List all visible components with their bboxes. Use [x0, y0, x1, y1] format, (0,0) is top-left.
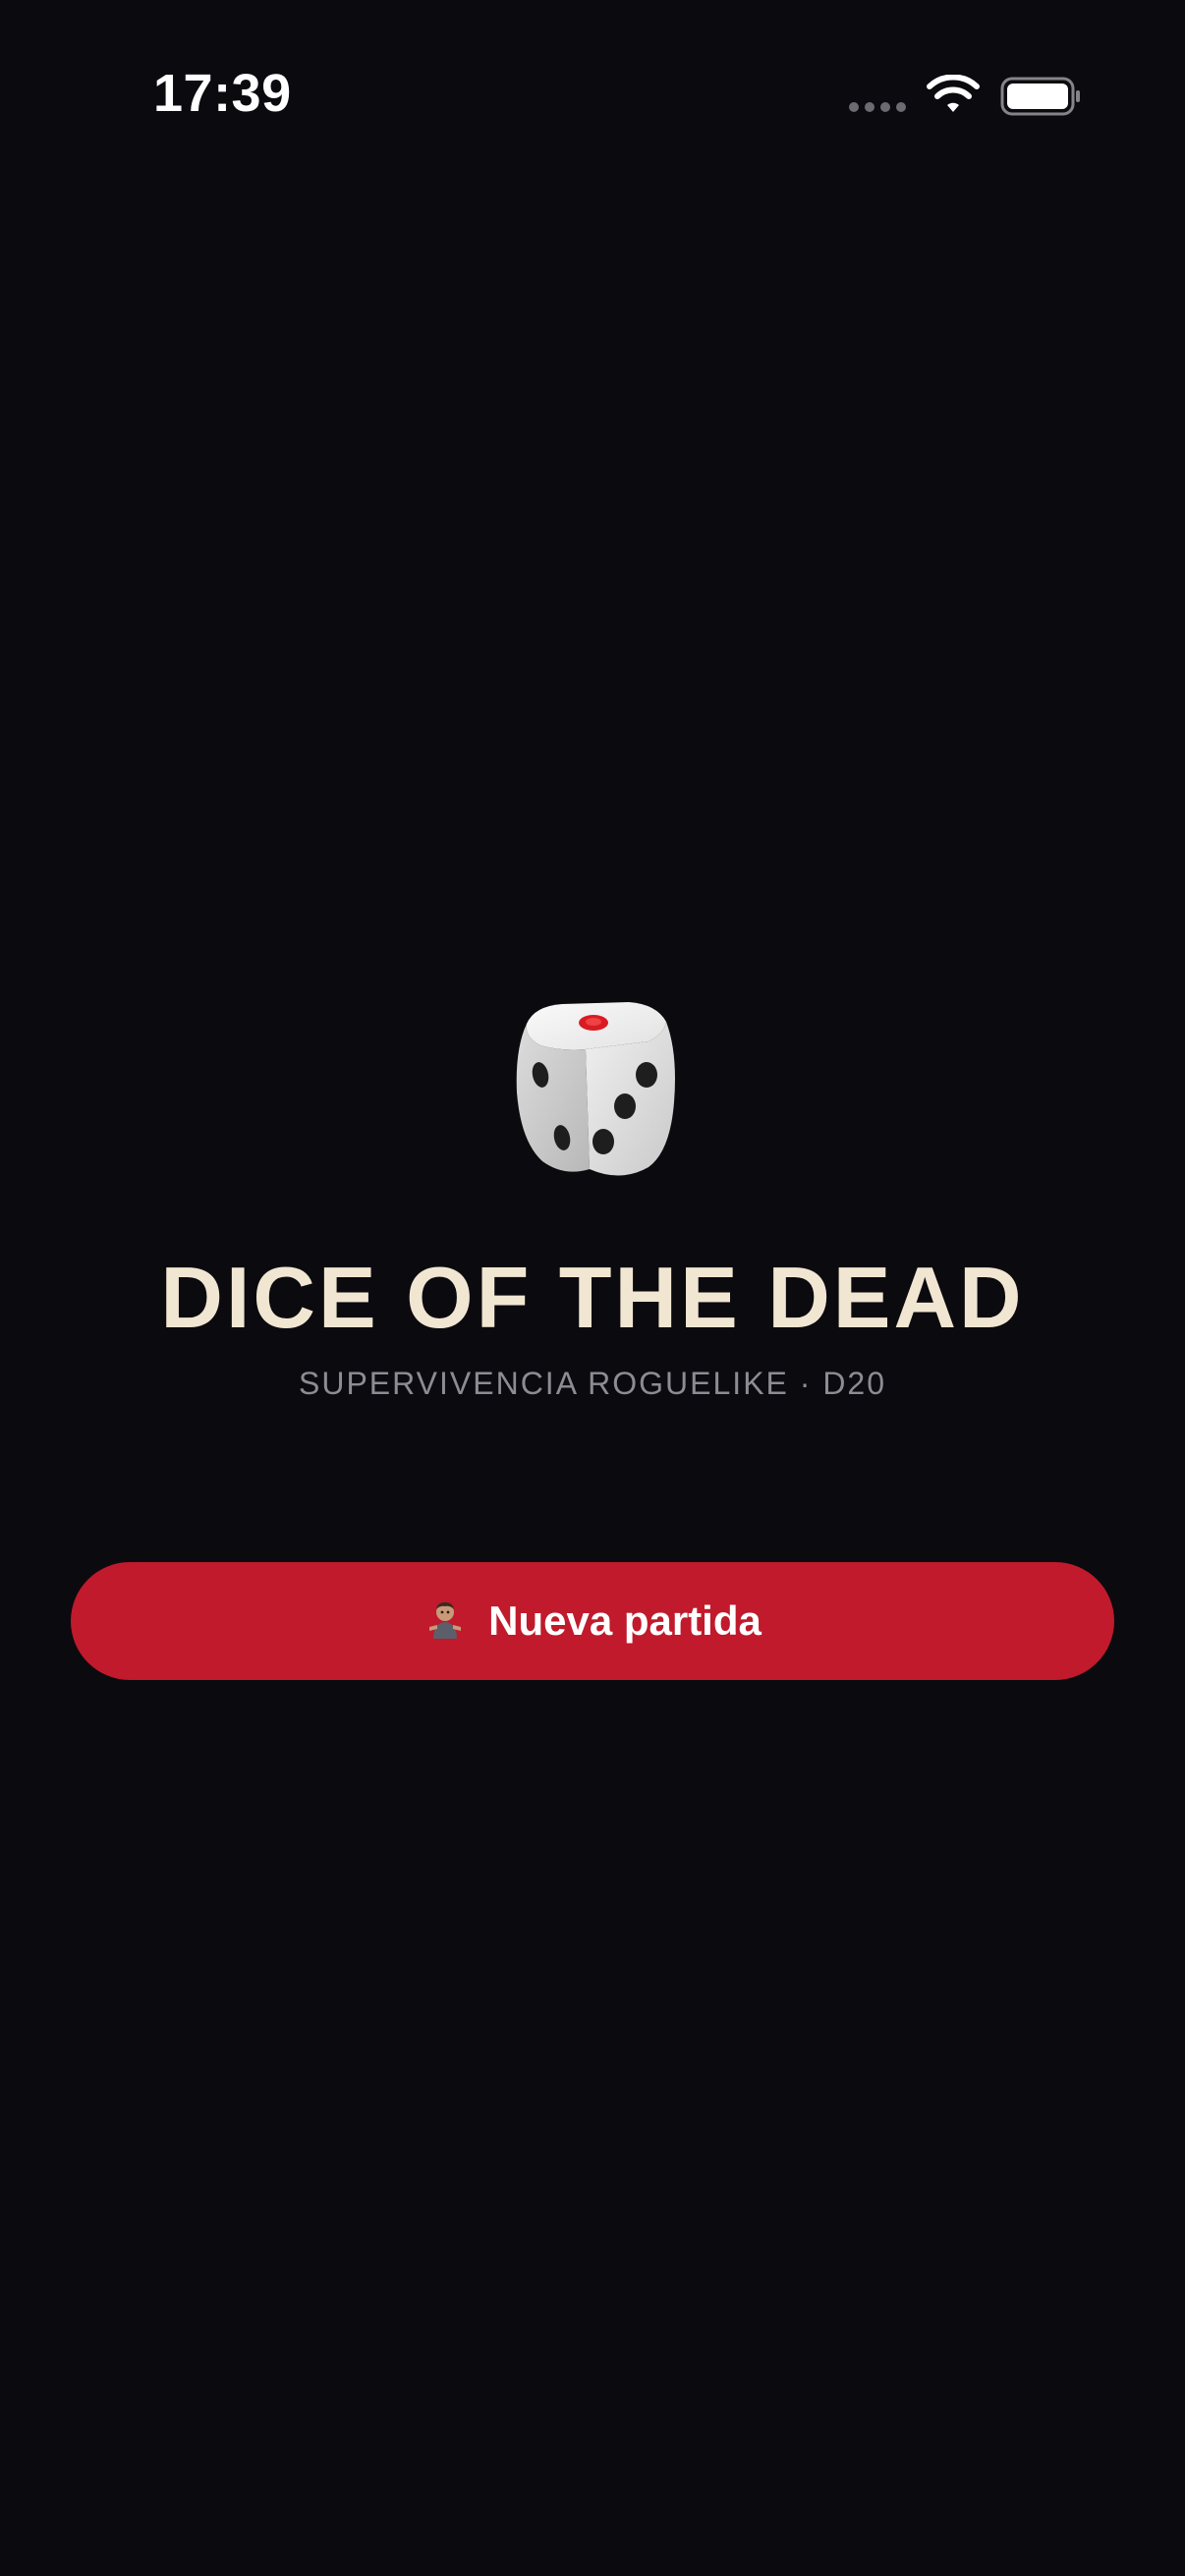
game-subtitle: SUPERVIVENCIA ROGUELIKE · D20 [298, 1366, 887, 1401]
dice-icon [516, 1002, 675, 1176]
new-game-label: Nueva partida [488, 1597, 762, 1644]
battery-icon [1000, 77, 1080, 116]
new-game-button[interactable]: Nueva partida [71, 1562, 1114, 1680]
signal-dots-icon [849, 102, 908, 116]
zombie-icon [429, 1602, 462, 1639]
wifi-icon [927, 75, 980, 112]
game-title: DICE OF THE DEAD [160, 1249, 1025, 1346]
status-time: 17:39 [153, 64, 292, 123]
status-bar: 17:39 [0, 0, 1185, 196]
